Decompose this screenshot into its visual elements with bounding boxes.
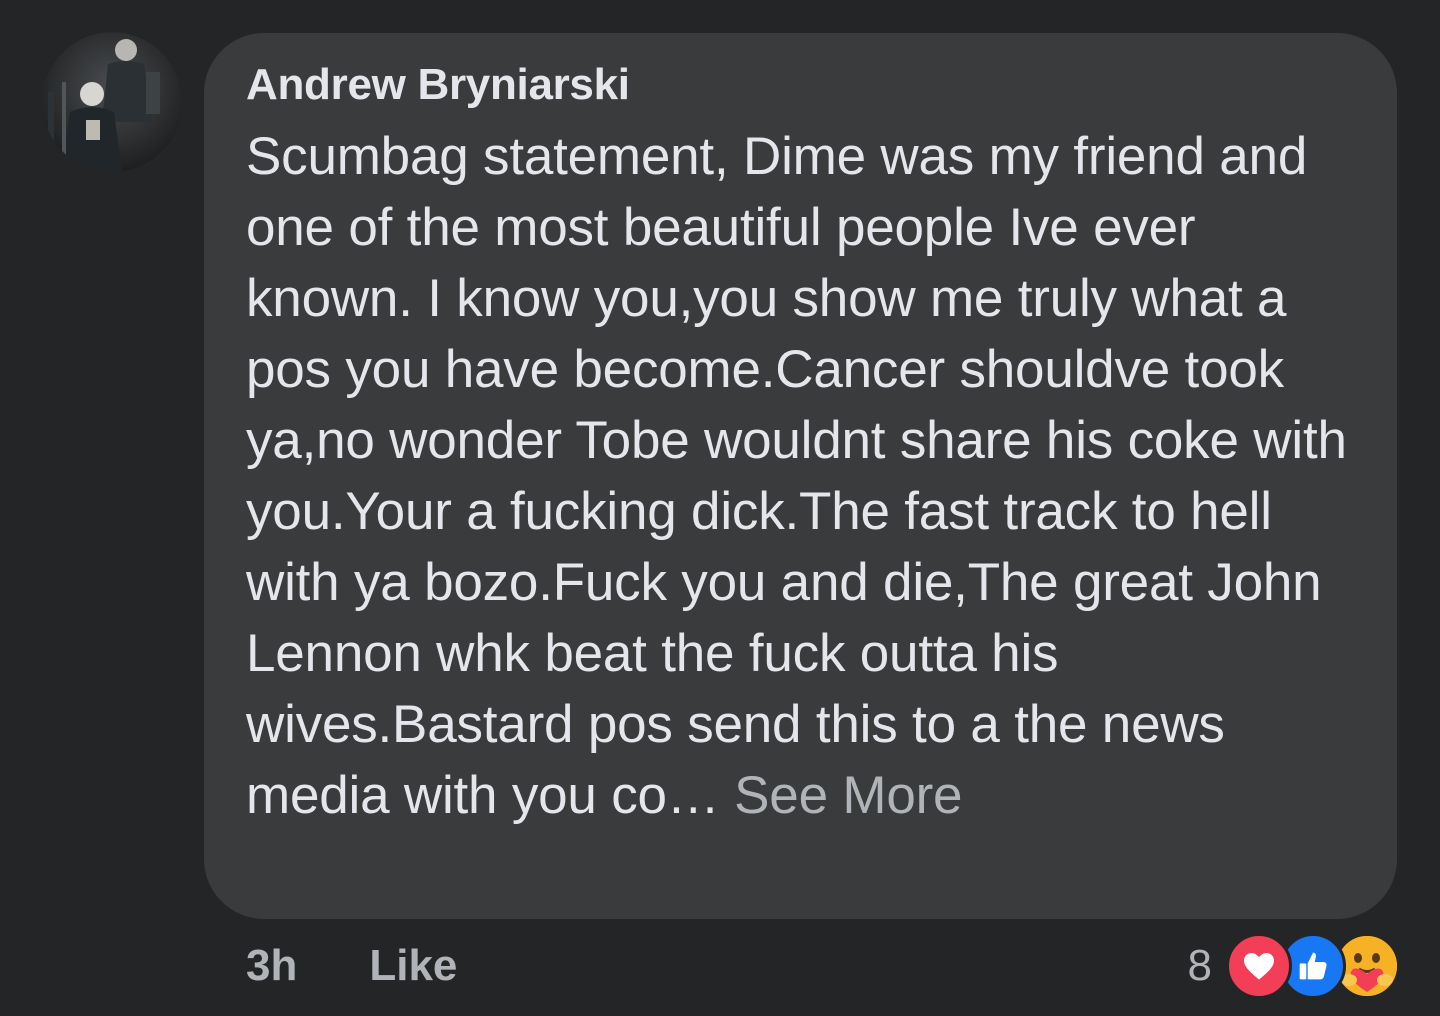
comment-text: Scumbag statement, Dime was my friend an…	[246, 121, 1371, 831]
comment-page: Andrew Bryniarski Scumbag statement, Dim…	[0, 0, 1440, 1016]
comment-author[interactable]: Andrew Bryniarski	[246, 59, 1367, 111]
reactions-summary[interactable]: 8	[1187, 933, 1400, 999]
comment-timestamp[interactable]: 3h	[246, 941, 297, 991]
reaction-count: 8	[1187, 941, 1212, 990]
comment-bubble: Andrew Bryniarski Scumbag statement, Dim…	[204, 33, 1397, 919]
love-icon	[1226, 933, 1292, 999]
avatar[interactable]	[42, 32, 182, 172]
comment-actions: 3h Like	[246, 936, 457, 996]
avatar-image	[42, 32, 182, 172]
reaction-icons	[1226, 933, 1400, 999]
see-more-link[interactable]: See More	[734, 766, 962, 825]
comment-body: Scumbag statement, Dime was my friend an…	[246, 127, 1347, 825]
like-button[interactable]: Like	[369, 941, 457, 991]
